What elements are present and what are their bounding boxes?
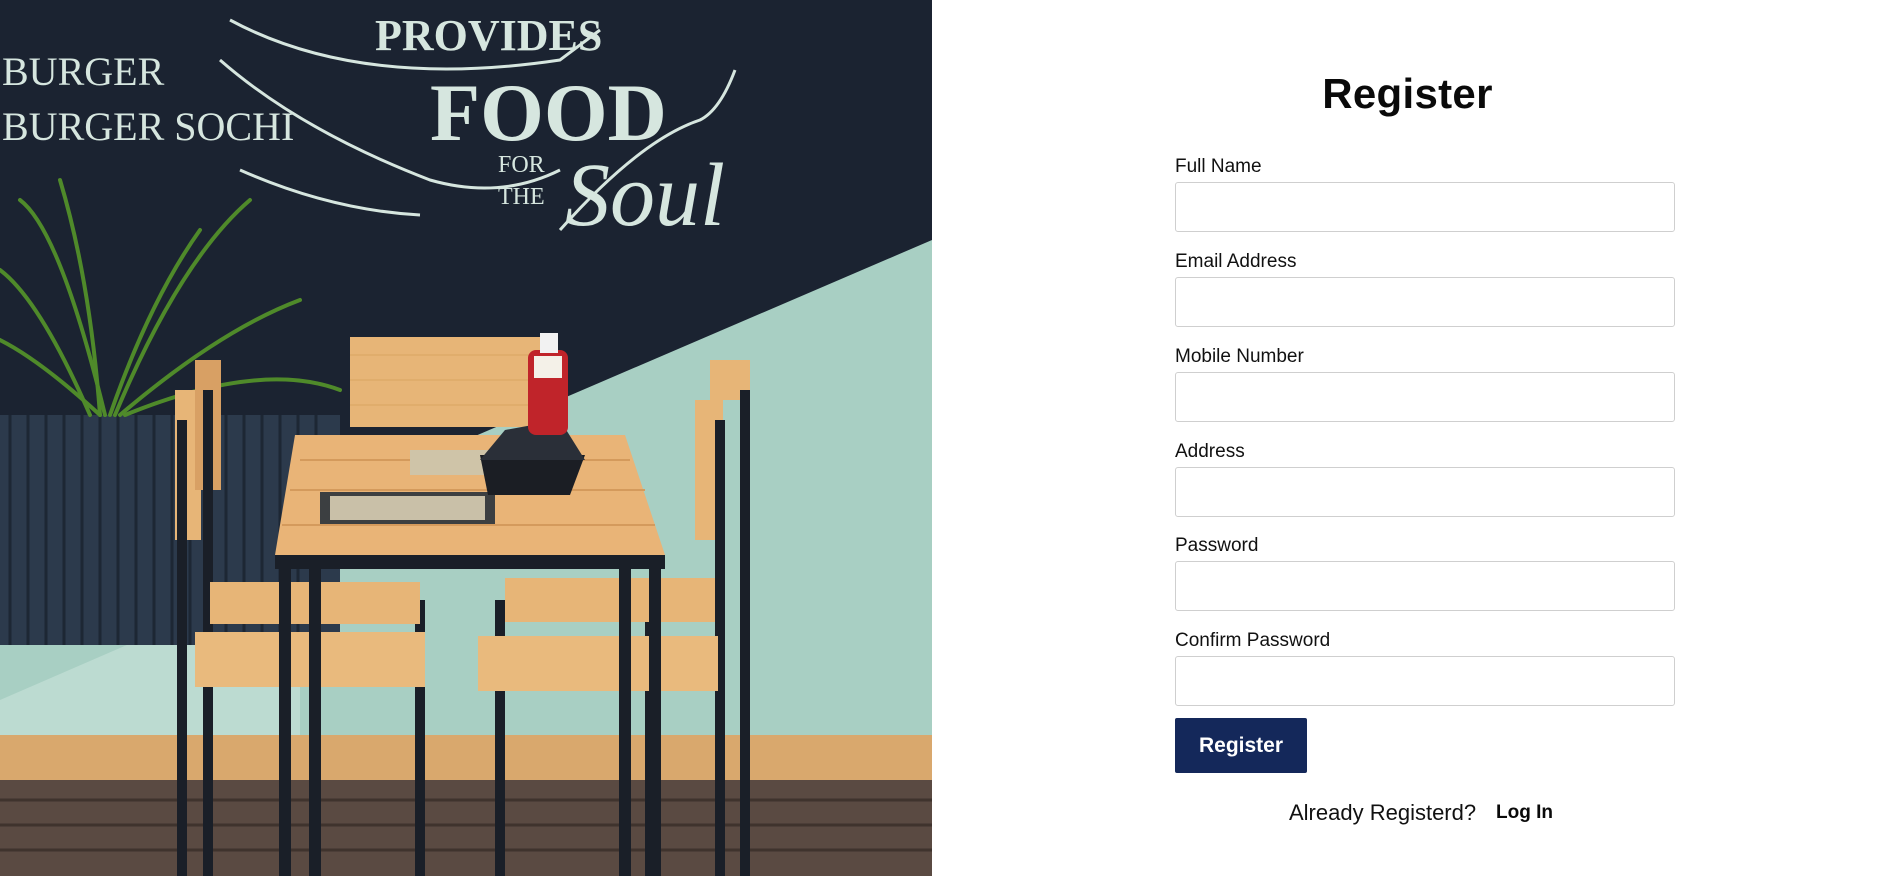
email-input[interactable] bbox=[1175, 277, 1675, 327]
chalk-text-soul: Soul bbox=[565, 146, 725, 245]
login-link[interactable]: Log In bbox=[1496, 802, 1553, 824]
register-button[interactable]: Register bbox=[1175, 718, 1307, 773]
confirm-password-input[interactable] bbox=[1175, 656, 1675, 706]
full-name-input[interactable] bbox=[1175, 182, 1675, 232]
password-label: Password bbox=[1175, 535, 1259, 556]
password-input[interactable] bbox=[1175, 561, 1675, 611]
restaurant-illustration: BURGER BURGER SOCHI PROVIDES FOOD FOR TH… bbox=[0, 0, 932, 876]
mobile-label: Mobile Number bbox=[1175, 346, 1304, 367]
hero-image: BURGER BURGER SOCHI PROVIDES FOOD FOR TH… bbox=[0, 0, 932, 876]
chalk-text-burger-sochi: BURGER SOCHI bbox=[2, 104, 294, 149]
email-label: Email Address bbox=[1175, 251, 1297, 272]
confirm-password-label: Confirm Password bbox=[1175, 630, 1331, 651]
chalk-text-provides: PROVIDES bbox=[375, 11, 602, 60]
chalk-text-for: FOR bbox=[498, 152, 545, 178]
address-label: Address bbox=[1175, 441, 1245, 462]
register-panel: Register Full Name Email Address Mobile … bbox=[932, 0, 1883, 876]
page-title: Register bbox=[1322, 70, 1493, 117]
address-input[interactable] bbox=[1175, 467, 1675, 517]
chalk-text-the: THE bbox=[498, 184, 545, 210]
full-name-label: Full Name bbox=[1175, 156, 1262, 177]
mobile-input[interactable] bbox=[1175, 372, 1675, 422]
already-registered-text: Already Registerd? bbox=[1289, 800, 1477, 825]
chalk-text-food: FOOD bbox=[430, 67, 667, 158]
chalk-text-burger: BURGER bbox=[2, 49, 165, 94]
